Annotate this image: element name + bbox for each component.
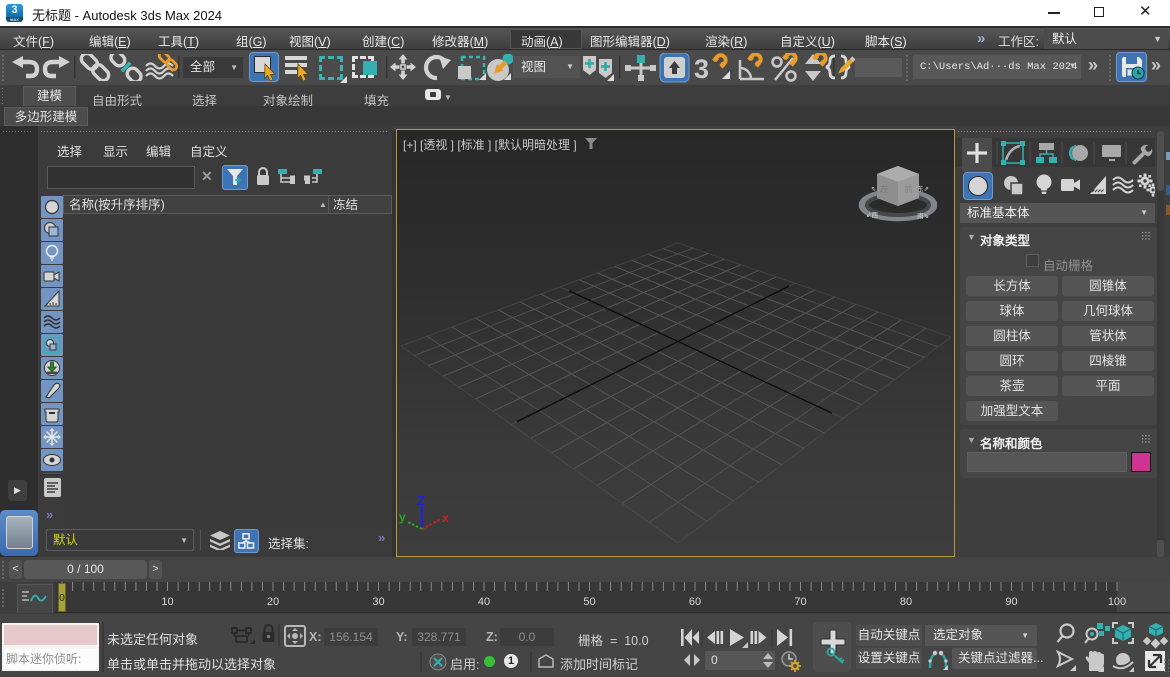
svg-text:60: 60 <box>689 596 701 608</box>
svg-text:40: 40 <box>478 596 490 608</box>
svg-text:50: 50 <box>583 596 595 608</box>
svg-text:x: x <box>442 511 449 525</box>
svg-text:3: 3 <box>694 54 709 83</box>
svg-text:90: 90 <box>1005 596 1017 608</box>
svg-text:左: 左 <box>880 184 889 194</box>
svg-text:70: 70 <box>794 596 806 608</box>
svg-text:南⇘: 南⇘ <box>917 211 929 220</box>
svg-text:y: y <box>399 510 406 524</box>
svg-text:前: 前 <box>904 184 913 194</box>
svg-text:10: 10 <box>161 596 173 608</box>
svg-text:80: 80 <box>900 596 912 608</box>
svg-text:30: 30 <box>372 596 384 608</box>
svg-text:100: 100 <box>1108 596 1126 608</box>
svg-text:Z: Z <box>417 493 425 508</box>
svg-text:20: 20 <box>267 596 279 608</box>
svg-text:⇙西: ⇙西 <box>866 211 878 219</box>
